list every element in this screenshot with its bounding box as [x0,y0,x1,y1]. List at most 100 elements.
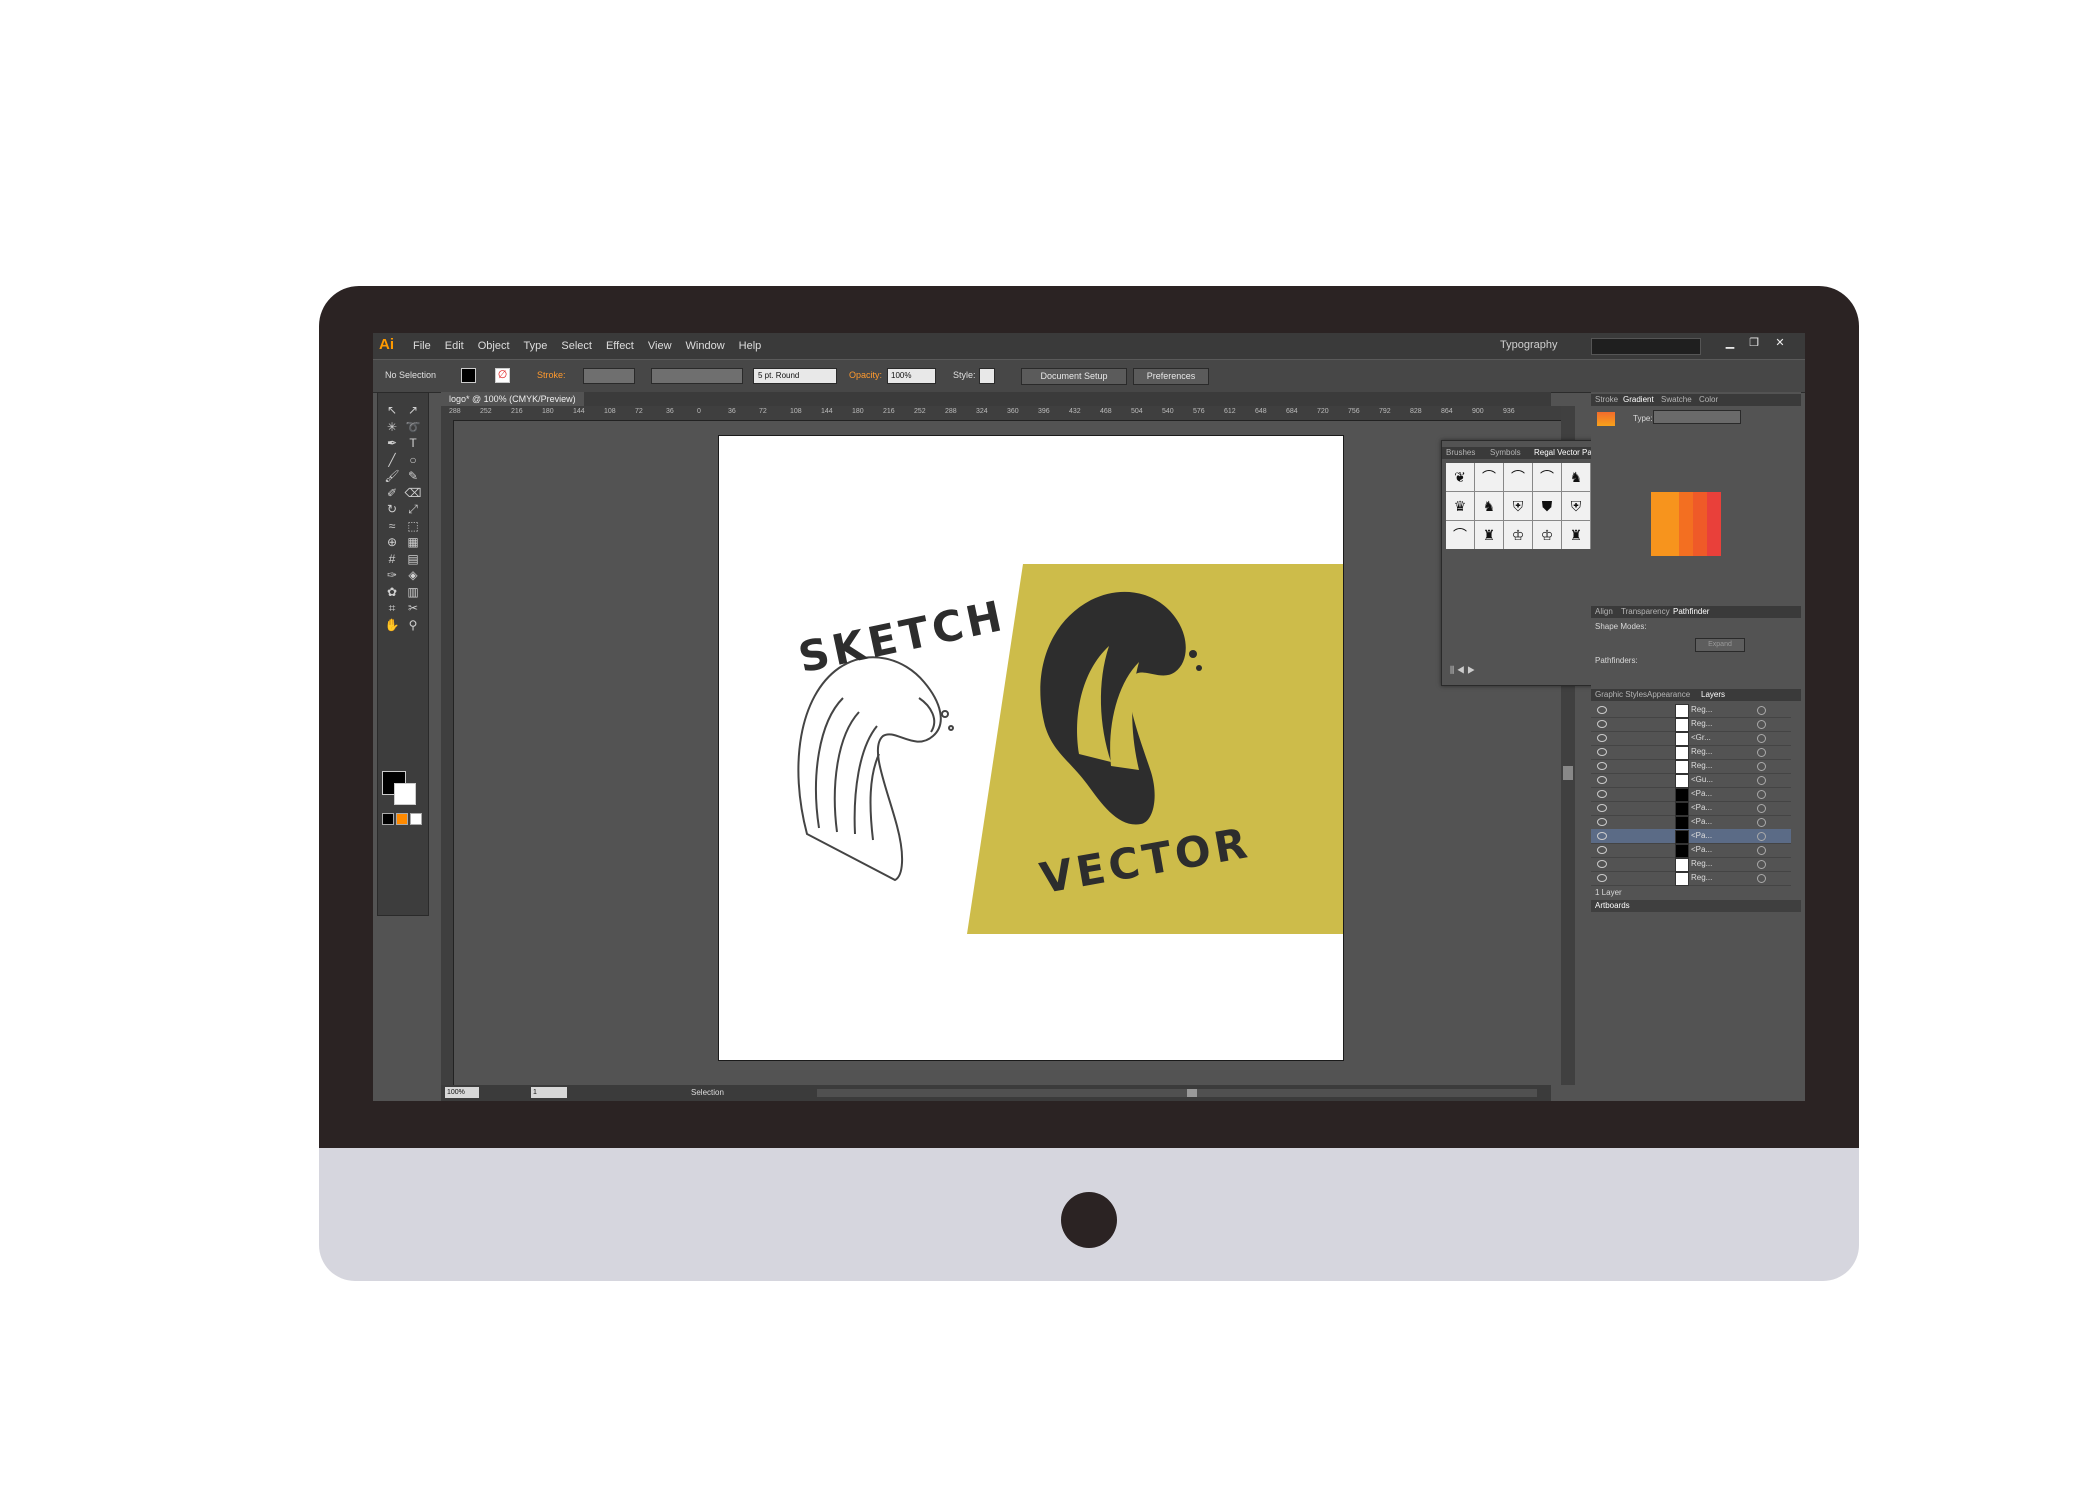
symbol-swatch[interactable]: ❦ [1446,463,1474,491]
pencil-icon[interactable]: ✎ [404,467,422,485]
symbol-swatch[interactable]: ⛊ [1533,492,1561,520]
lasso-icon[interactable]: ➰ [404,418,422,436]
target-circle-icon[interactable] [1757,874,1766,883]
target-circle-icon[interactable] [1757,762,1766,771]
mesh-tool-icon[interactable]: # [383,550,401,568]
layer-row[interactable]: Reg... [1591,717,1791,732]
target-circle-icon[interactable] [1757,846,1766,855]
tab-swatches[interactable]: Swatche [1661,395,1692,404]
layer-row[interactable]: <Gu... [1591,773,1791,788]
symbol-swatch[interactable]: ⌒ [1533,463,1561,491]
visibility-eye-icon[interactable] [1597,860,1607,868]
symbol-swatch[interactable]: ♔ [1533,521,1561,549]
ellipse-tool-icon[interactable]: ○ [404,451,422,469]
preferences-button[interactable]: Preferences [1133,368,1209,385]
layer-row[interactable]: Reg... [1591,745,1791,760]
target-circle-icon[interactable] [1757,860,1766,869]
search-input[interactable] [1591,338,1701,355]
eraser-icon[interactable]: ⌫ [404,484,422,502]
zoom-field[interactable]: 100% [445,1087,479,1098]
menu-file[interactable]: File [413,340,431,352]
menu-object[interactable]: Object [478,340,510,352]
target-circle-icon[interactable] [1757,706,1766,715]
tab-color[interactable]: Color [1699,395,1718,404]
tab-layers[interactable]: Layers [1701,690,1725,699]
visibility-eye-icon[interactable] [1597,874,1607,882]
artboard[interactable]: SKETCH VECTOR [718,435,1344,1061]
symbol-swatch[interactable]: ⛨ [1562,492,1590,520]
rotate-tool-icon[interactable]: ↻ [383,500,401,518]
menu-select[interactable]: Select [561,340,592,352]
paintbrush-icon[interactable]: 🖌 [383,467,401,485]
expand-button[interactable]: Expand [1695,638,1745,652]
tab-artboards[interactable]: Artboards [1595,901,1630,910]
layer-row[interactable]: Reg... [1591,857,1791,872]
visibility-eye-icon[interactable] [1597,748,1607,756]
symbol-swatch[interactable]: ♔ [1504,521,1532,549]
library-menu-icon[interactable]: ⫼ ◀ ▶ [1450,665,1475,676]
tab-stroke[interactable]: Stroke [1595,395,1618,404]
document-setup-button[interactable]: Document Setup [1021,368,1127,385]
tab-align[interactable]: Align [1595,607,1613,616]
visibility-eye-icon[interactable] [1597,762,1607,770]
layer-row[interactable]: Reg... [1591,871,1791,886]
layer-row[interactable]: <Pa... [1591,829,1791,844]
stroke-weight-field[interactable] [583,368,635,384]
visibility-eye-icon[interactable] [1597,818,1607,826]
visibility-eye-icon[interactable] [1597,846,1607,854]
menu-view[interactable]: View [648,340,672,352]
close-button[interactable]: ✕ [1771,336,1789,350]
visibility-eye-icon[interactable] [1597,776,1607,784]
tab-transparency[interactable]: Transparency [1621,607,1670,616]
shape-builder-icon[interactable]: ⊕ [383,533,401,551]
hand-tool-icon[interactable]: ✋ [383,616,401,634]
symbol-swatch[interactable]: ⌒ [1446,521,1474,549]
symbol-swatch[interactable]: ⌒ [1504,463,1532,491]
magic-wand-icon[interactable]: ✳ [383,418,401,436]
tab-brushes[interactable]: Brushes [1446,448,1475,457]
warp-tool-icon[interactable]: ≈ [383,517,401,535]
blob-brush-icon[interactable]: ✐ [383,484,401,502]
gradient-ramp[interactable] [1651,492,1721,556]
menu-edit[interactable]: Edit [445,340,464,352]
scale-tool-icon[interactable]: ⤢ [404,500,422,518]
scroll-thumb[interactable] [1563,766,1573,780]
menu-help[interactable]: Help [739,340,762,352]
symbol-swatch[interactable]: ♜ [1562,521,1590,549]
color-mode-icon[interactable] [382,813,394,825]
gradient-preview-icon[interactable] [1597,412,1615,426]
tab-appearance[interactable]: Appearance [1647,690,1690,699]
h-scroll-thumb[interactable] [1187,1089,1197,1097]
target-circle-icon[interactable] [1757,776,1766,785]
opacity-field[interactable]: 100% [887,368,936,384]
layer-row[interactable]: <Pa... [1591,815,1791,830]
stroke-swatch[interactable]: ∅ [495,368,510,383]
gradient-mode-icon[interactable] [396,813,408,825]
horizontal-scrollbar[interactable] [817,1089,1537,1097]
tab-pathfinder[interactable]: Pathfinder [1673,607,1709,616]
none-mode-icon[interactable] [410,813,422,825]
target-circle-icon[interactable] [1757,818,1766,827]
pen-tool-icon[interactable]: ✒ [383,434,401,452]
artboard-tool-icon[interactable]: ⌗ [383,599,401,617]
target-circle-icon[interactable] [1757,790,1766,799]
free-transform-icon[interactable]: ⬚ [404,517,422,535]
document-tab[interactable]: logo* @ 100% (CMYK/Preview) [441,392,584,406]
symbol-swatch[interactable]: ♞ [1562,463,1590,491]
brush-select[interactable]: 5 pt. Round [753,368,837,384]
blend-tool-icon[interactable]: ◈ [404,566,422,584]
layer-row[interactable]: <Pa... [1591,801,1791,816]
type-tool-icon[interactable]: T [404,434,422,452]
maximize-button[interactable]: ❐ [1745,336,1763,350]
symbol-swatch[interactable]: ♛ [1446,492,1474,520]
visibility-eye-icon[interactable] [1597,734,1607,742]
menu-effect[interactable]: Effect [606,340,634,352]
layer-row[interactable]: <Pa... [1591,787,1791,802]
perspective-grid-icon[interactable]: ▦ [404,533,422,551]
visibility-eye-icon[interactable] [1597,832,1607,840]
variable-width-select[interactable] [651,368,743,384]
symbol-swatch[interactable]: ⛨ [1504,492,1532,520]
line-tool-icon[interactable]: ╱ [383,451,401,469]
zoom-tool-icon[interactable]: ⚲ [404,616,422,634]
slice-tool-icon[interactable]: ✂ [404,599,422,617]
